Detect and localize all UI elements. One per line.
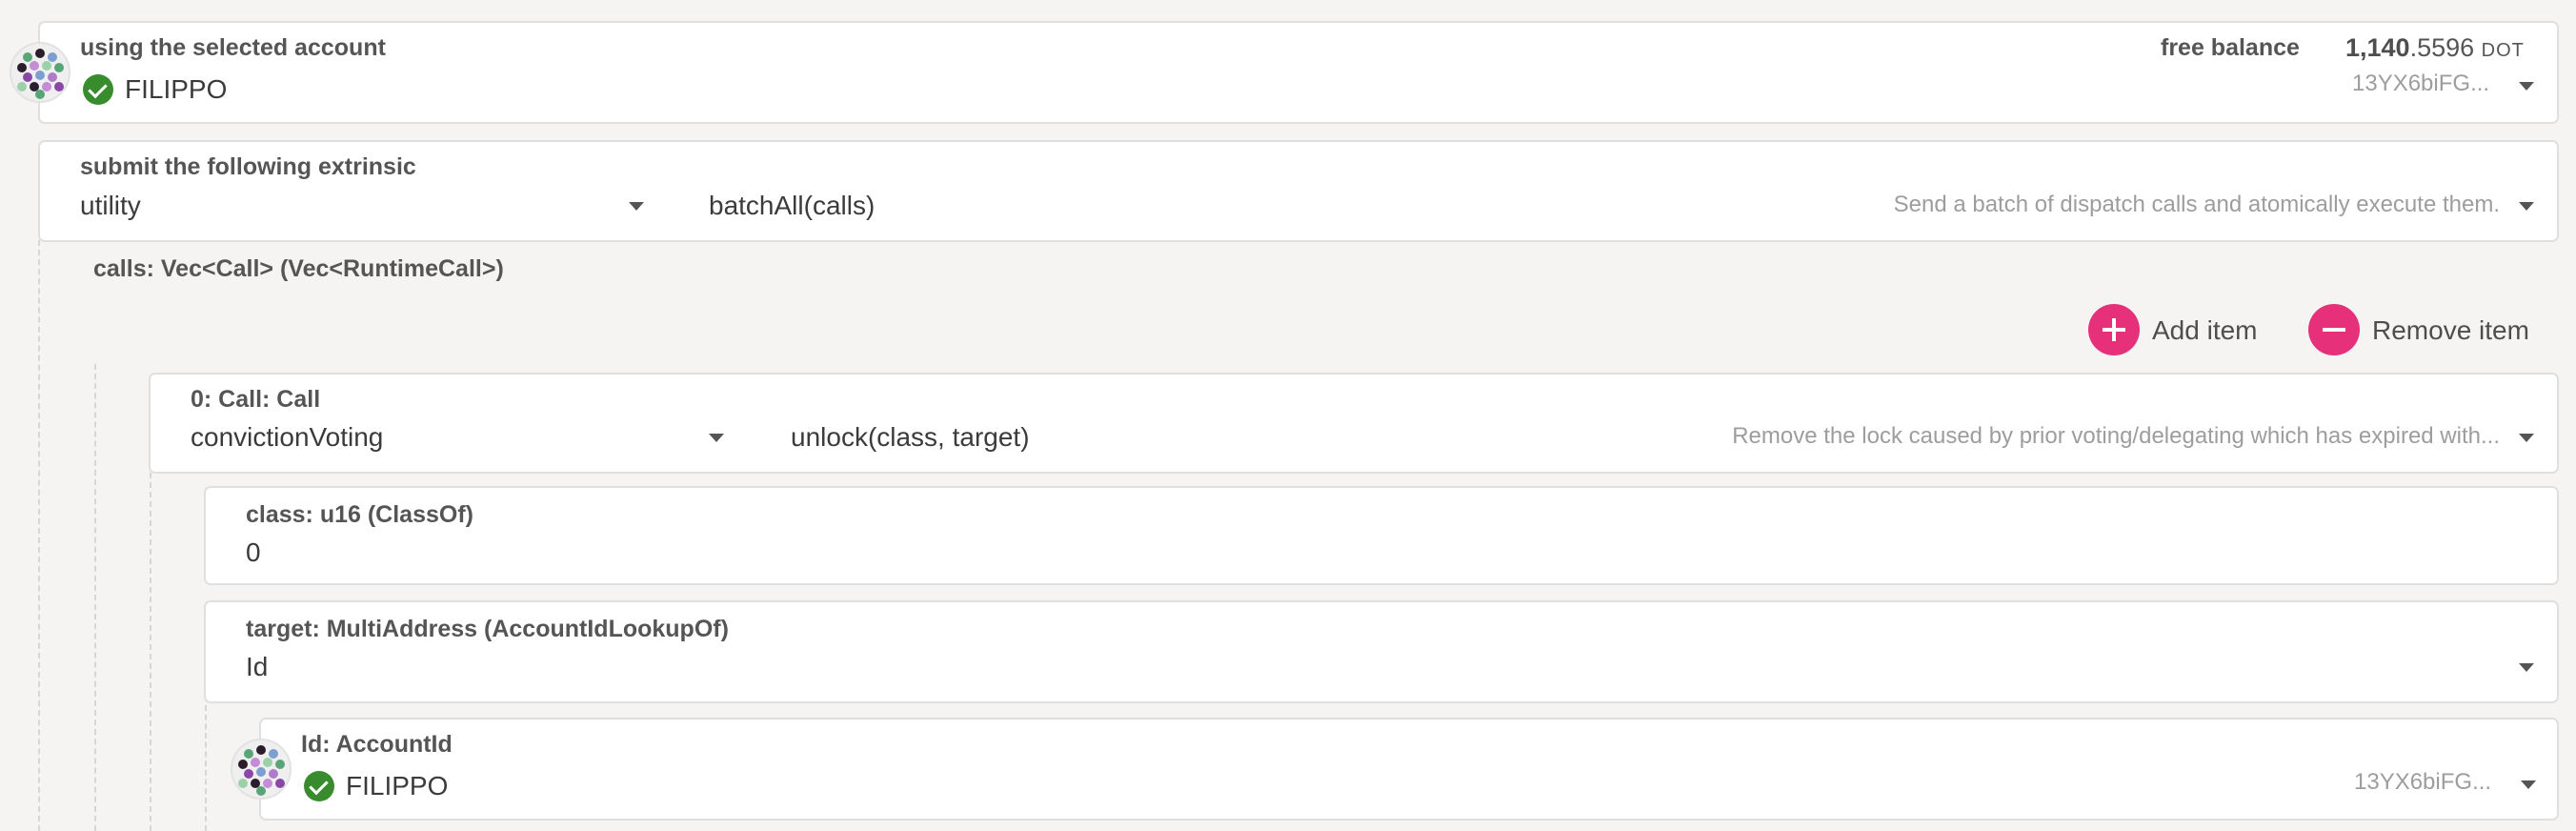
call-method-dropdown[interactable]: unlock(class, target) (791, 422, 1030, 453)
balance-decimal: .5596 (2409, 33, 2475, 62)
id-account-name: FILIPPO (346, 771, 449, 801)
account-label: using the selected account (80, 34, 386, 61)
method-description: Send a batch of dispatch calls and atomi… (1893, 192, 2500, 217)
account-address: 13YX6biFG... (2352, 71, 2490, 96)
remove-item-button[interactable] (2308, 304, 2360, 355)
id-account-avatar-icon (231, 739, 292, 800)
id-account-address: 13YX6biFG... (2354, 769, 2492, 795)
call-method-description: Remove the lock caused by prior voting/d… (1732, 423, 2500, 449)
target-chevron-down-icon[interactable] (2519, 663, 2534, 672)
nesting-guide-call (150, 473, 151, 831)
call-label: 0: Call: Call (191, 386, 321, 413)
call-module-chevron-down-icon[interactable] (709, 434, 724, 442)
extrinsic-selector: submit the following extrinsic utility b… (38, 140, 2559, 242)
call-item-0: 0: Call: Call convictionVoting unlock(cl… (149, 373, 2559, 474)
balance-value: 1,140.5596 DOT (2345, 33, 2525, 63)
nesting-guide-calls (38, 240, 40, 831)
account-selector[interactable]: using the selected account FILIPPO free … (38, 21, 2559, 124)
chevron-down-icon[interactable] (2519, 82, 2534, 91)
extrinsic-label: submit the following extrinsic (80, 153, 416, 180)
balance-unit: DOT (2481, 40, 2525, 61)
account-avatar-icon (10, 42, 70, 103)
id-account-selector[interactable]: Id: AccountId FILIPPO 13YX6biFG... (259, 718, 2559, 821)
class-input[interactable]: 0 (246, 537, 261, 568)
verified-check-icon (83, 74, 113, 105)
account-name: FILIPPO (125, 74, 228, 104)
method-chevron-down-icon[interactable] (2519, 202, 2534, 211)
nesting-guide-items (94, 364, 96, 831)
target-param-label: target: MultiAddress (AccountIdLookupOf) (246, 616, 729, 642)
nesting-guide-target (205, 705, 207, 831)
balance-integer: 1,140 (2345, 33, 2410, 62)
module-chevron-down-icon[interactable] (629, 202, 644, 211)
minus-icon (2323, 328, 2345, 332)
module-dropdown[interactable]: utility (80, 191, 141, 221)
add-item-button[interactable] (2088, 304, 2140, 355)
add-item-label[interactable]: Add item (2152, 315, 2258, 346)
id-verified-check-icon (304, 771, 334, 801)
id-param-label: Id: AccountId (301, 731, 453, 758)
call-method-chevron-down-icon[interactable] (2519, 434, 2534, 442)
target-param[interactable]: target: MultiAddress (AccountIdLookupOf)… (204, 600, 2559, 703)
calls-param-label: calls: Vec<Call> (Vec<RuntimeCall>) (93, 255, 504, 282)
class-param[interactable]: class: u16 (ClassOf) 0 (204, 486, 2559, 585)
remove-item-label[interactable]: Remove item (2372, 315, 2529, 346)
method-dropdown[interactable]: batchAll(calls) (709, 191, 875, 221)
balance-label: free balance (2161, 34, 2300, 61)
class-param-label: class: u16 (ClassOf) (246, 501, 473, 528)
call-module-dropdown[interactable]: convictionVoting (191, 422, 383, 453)
target-type-dropdown[interactable]: Id (246, 652, 268, 682)
id-chevron-down-icon[interactable] (2521, 780, 2536, 789)
